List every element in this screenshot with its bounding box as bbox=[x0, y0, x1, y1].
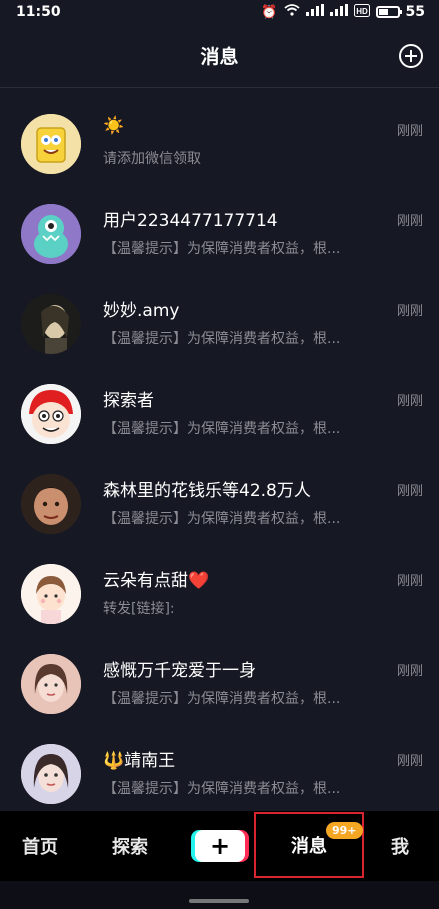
avatar[interactable] bbox=[21, 654, 81, 714]
message-preview: 【温馨提示】为保障消费者权益，根... bbox=[103, 781, 341, 797]
message-time: 刚刚 bbox=[396, 484, 423, 499]
contact-name: 云朵有点甜❤️ bbox=[103, 566, 209, 591]
message-time: 刚刚 bbox=[396, 214, 423, 229]
avatar[interactable] bbox=[21, 564, 81, 624]
battery-icon bbox=[375, 6, 402, 18]
tab-messages-label: 消息 bbox=[291, 836, 327, 857]
tab-home[interactable]: 首页 bbox=[0, 811, 80, 881]
contact-name: 妙妙.amy bbox=[103, 301, 180, 321]
svg-text:HD: HD bbox=[356, 7, 368, 16]
list-item[interactable]: ☀️ 请添加微信领取 刚刚 bbox=[0, 96, 439, 186]
tab-me[interactable]: 我 bbox=[370, 811, 430, 881]
signal-icon bbox=[305, 4, 324, 20]
avatar[interactable] bbox=[21, 384, 81, 444]
navigation-bar bbox=[0, 881, 439, 909]
status-icons: ⏰ HD 55 bbox=[261, 3, 425, 21]
message-preview: 转发[链接]: bbox=[103, 601, 175, 617]
contact-name: 感慨万千宠爱于一身 bbox=[103, 661, 256, 681]
list-item[interactable]: 感慨万千宠爱于一身 【温馨提示】为保障消费者权益，根... 刚刚 bbox=[0, 636, 439, 726]
message-preview: 【温馨提示】为保障消费者权益，根... bbox=[103, 421, 341, 437]
contact-name: 森林里的花钱乐等42.8万人 bbox=[103, 481, 311, 501]
message-preview: 【温馨提示】为保障消费者权益，根... bbox=[103, 511, 341, 527]
heart-icon: ❤️ bbox=[188, 571, 210, 591]
status-time: 11:50 bbox=[16, 4, 61, 20]
list-item[interactable]: 妙妙.amy 【温馨提示】为保障消费者权益，根... 刚刚 bbox=[0, 276, 439, 366]
message-preview: 【温馨提示】为保障消费者权益，根... bbox=[103, 241, 341, 257]
list-item[interactable]: 云朵有点甜❤️ 转发[链接]: 刚刚 bbox=[0, 546, 439, 636]
avatar[interactable] bbox=[21, 294, 81, 354]
message-preview: 【温馨提示】为保障消费者权益，根... bbox=[103, 331, 341, 347]
status-bar: 11:50 ⏰ HD 55 bbox=[0, 0, 439, 24]
wifi-icon bbox=[283, 4, 300, 20]
avatar[interactable] bbox=[21, 204, 81, 264]
message-time: 刚刚 bbox=[396, 574, 423, 589]
unread-badge: 99+ bbox=[326, 822, 363, 839]
message-preview: 【温馨提示】为保障消费者权益，根... bbox=[103, 691, 341, 707]
avatar[interactable] bbox=[21, 744, 81, 804]
avatar[interactable] bbox=[21, 114, 81, 174]
contact-name: 用户2234477177714 bbox=[103, 211, 278, 231]
home-indicator[interactable] bbox=[189, 899, 249, 903]
avatar[interactable] bbox=[21, 474, 81, 534]
message-time: 刚刚 bbox=[396, 124, 423, 139]
tab-explore[interactable]: 探索 bbox=[90, 811, 170, 881]
list-item[interactable]: 🔱靖南王 【温馨提示】为保障消费者权益，根... 刚刚 bbox=[0, 726, 439, 816]
message-time: 刚刚 bbox=[396, 664, 423, 679]
message-preview: 请添加微信领取 bbox=[103, 151, 201, 167]
hd-icon: HD bbox=[353, 3, 370, 21]
list-item[interactable]: 森林里的花钱乐等42.8万人 【温馨提示】为保障消费者权益，根... 刚刚 bbox=[0, 456, 439, 546]
create-button[interactable]: + bbox=[195, 830, 245, 862]
list-item[interactable]: 用户2234477177714 【温馨提示】为保障消费者权益，根... 刚刚 bbox=[0, 186, 439, 276]
bottom-tab-bar: 首页 探索 + 消息 99+ 我 bbox=[0, 811, 439, 881]
list-item[interactable]: 探索者 【温馨提示】为保障消费者权益，根... 刚刚 bbox=[0, 366, 439, 456]
page-title: 消息 bbox=[200, 46, 239, 68]
plus-icon: + bbox=[209, 832, 231, 860]
battery-level: 55 bbox=[405, 4, 425, 20]
tab-messages[interactable]: 消息 99+ bbox=[254, 812, 364, 878]
header: 消息 bbox=[0, 24, 439, 88]
signal-icon-2 bbox=[329, 4, 348, 20]
contact-name: ☀️ bbox=[103, 116, 125, 136]
contact-name: 🔱靖南王 bbox=[103, 751, 176, 771]
message-time: 刚刚 bbox=[396, 754, 423, 769]
alarm-icon: ⏰ bbox=[261, 4, 278, 20]
message-time: 刚刚 bbox=[396, 394, 423, 409]
contact-name: 探索者 bbox=[103, 391, 154, 411]
add-friend-button[interactable] bbox=[399, 44, 423, 68]
tab-create[interactable]: + bbox=[188, 811, 252, 881]
contact-name-text: 云朵有点甜 bbox=[103, 571, 188, 591]
message-time: 刚刚 bbox=[396, 304, 423, 319]
